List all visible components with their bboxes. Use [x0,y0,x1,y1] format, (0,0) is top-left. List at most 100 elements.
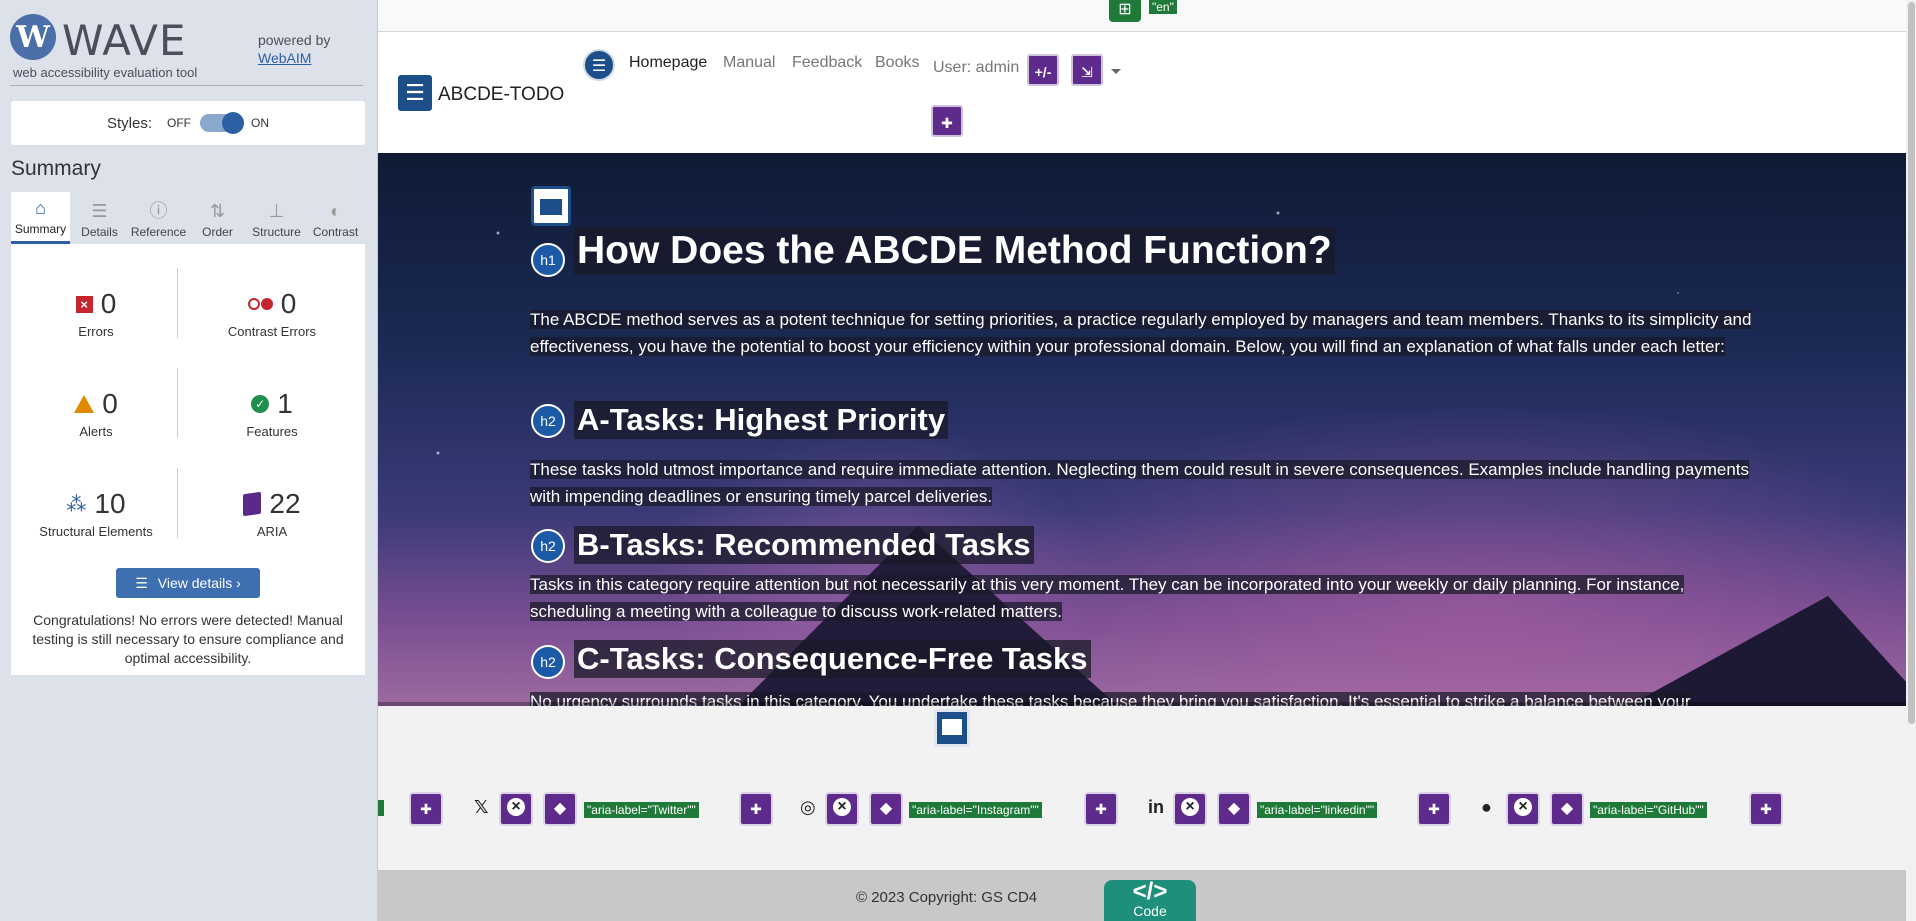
structure-icon: ⊥ [268,201,285,221]
powered-by: powered by WebAIM [258,31,330,67]
wave-error-x-icon [825,792,859,826]
features-label: Features [246,424,298,439]
tab-contrast[interactable]: ◐ Contrast [306,192,365,244]
stat-alerts[interactable]: 0 Alerts [11,388,181,439]
b-text: Tasks in this category require attention… [530,575,1685,621]
tab-label: Summary [14,222,67,236]
wave-sidebar: W WAVE web accessibility evaluation tool… [0,0,378,921]
tab-details[interactable]: ☰ Details [70,192,129,244]
chevron-down-icon[interactable] [1111,69,1121,74]
wave-aria-icon: ✚ [739,792,773,826]
footer: © 2023 Copyright: GS CD4 </> Code [378,870,1916,921]
contrast-icon: ◐ [330,201,341,221]
brand-link[interactable]: ABCDE-TODO [438,84,564,106]
wave-error-x-icon [499,792,533,826]
structural-label: Structural Elements [39,524,153,539]
brand-icon: ☰ [398,75,432,111]
code-icon: </> [1132,878,1168,905]
tab-label: Reference [130,225,187,239]
styles-label: Styles: [106,114,152,132]
tab-summary[interactable]: ⌂ Summary [11,192,70,244]
styles-toggle[interactable] [200,112,244,134]
h1-badge-icon: h1 [531,243,565,277]
intro-paragraph: The ABCDE method serves as a potent tech… [530,306,1770,360]
section-icon [934,709,970,747]
aria-count: 22 [269,488,301,519]
powered-by-text: powered by [258,32,331,48]
view-details-button[interactable]: ☰ View details › [116,568,260,598]
h2-heading-a: A-Tasks: Highest Priority [574,401,949,439]
logout-button[interactable]: ⇲ [1071,54,1103,86]
home-icon: ⌂ [35,198,46,218]
tab-order[interactable]: ⇅ Order [188,192,247,244]
wave-aria-icon: ✚ [1417,792,1451,826]
aria-icon [243,491,262,517]
list-icon: ☰ [91,201,108,221]
features-count: 1 [277,388,293,419]
page-scrollbar[interactable] [1906,0,1916,921]
errors-count: 0 [100,288,117,319]
wave-aria-icon: ✚ [409,792,443,826]
h1-heading: How Does the ABCDE Method Function? [574,227,1335,275]
congrats-message: Congratulations! No errors were detected… [32,612,344,666]
nav-homepage[interactable]: Homepage [629,54,707,72]
order-icon: ⇅ [209,201,226,221]
twitter-icon[interactable]: 𝕏 [474,797,489,818]
aria-label-tag [378,800,384,816]
tab-label: Details [81,225,118,239]
info-icon: ⓘ [149,201,168,221]
stat-structural[interactable]: ⁂ 10 Structural Elements [11,488,181,539]
github-icon[interactable]: ● [1481,797,1492,818]
b-paragraph: Tasks in this category require attention… [530,571,1770,625]
wave-aria-icon: ✚ [1749,792,1783,826]
font-size-button[interactable]: +/- [1027,54,1059,86]
a-text: These tasks hold utmost importance and r… [530,460,1750,506]
aria-label-linkedin: "aria-label="linkedin"" [1257,802,1378,818]
code-label: Code [1133,903,1167,919]
alerts-label: Alerts [79,424,113,439]
article-icon [531,186,571,226]
summary-panel: × 0 Errors 0 Contrast Errors 0 Alerts ✓ 1 … [11,244,365,675]
wave-tabs: ⌂ Summary ☰ Details ⓘ Reference ⇅ Order … [11,192,365,244]
structure-icon: ⁂ [66,493,87,516]
styles-off-label: OFF [167,116,191,130]
scrollbar-thumb[interactable] [1908,2,1915,724]
instagram-icon[interactable]: ◎ [800,797,816,818]
stat-aria[interactable]: 22 ARIA [187,488,357,539]
wave-header: W WAVE web accessibility evaluation tool… [0,0,377,86]
code-button[interactable]: </> Code [1104,880,1196,921]
aria-label-github: "aria-label="GitHub"" [1590,802,1707,818]
nav-manual[interactable]: Manual [723,54,775,72]
stat-errors[interactable]: × 0 Errors [11,288,181,339]
wave-logo-icon: W [10,14,56,60]
top-strip: ⊞ "en" [378,0,1916,32]
webaim-link[interactable]: WebAIM [258,49,330,67]
aria-label: ARIA [256,524,288,539]
intro-text: The ABCDE method serves as a potent tech… [530,310,1752,356]
wave-aria-icon: ✚ [1084,792,1118,826]
contrast-errors-count: 0 [280,288,297,319]
tab-reference[interactable]: ⓘ Reference [129,192,188,244]
tab-structure[interactable]: ⊥ Structure [247,192,306,244]
wave-tag-icon: ◆ [1217,792,1251,826]
navbar: ☰ ABCDE-TODO ☰ Homepage Manual Feedback … [378,32,1916,153]
social-links: ✚ 𝕏 ◆ "aria-label="Twitter"" ✚ ◎ ◆ "aria… [378,790,1906,830]
stat-features[interactable]: ✓ 1 Features [187,388,357,439]
linkedin-icon[interactable]: in [1148,797,1164,818]
wave-title: WAVE [62,16,187,65]
contrast-error-icon [247,298,273,310]
stat-contrast-errors[interactable]: 0 Contrast Errors [187,288,357,339]
tab-label: Order [202,225,233,239]
summary-heading: Summary [11,157,101,180]
list-icon: ☰ [135,574,148,591]
wave-tag-icon: ◆ [543,792,577,826]
hero-section: h1 How Does the ABCDE Method Function? T… [378,153,1916,706]
styles-on-label: ON [251,116,269,130]
h2-heading-c: C-Tasks: Consequence-Free Tasks [574,640,1091,678]
nav-feedback[interactable]: Feedback [792,54,862,72]
wave-tagline: web accessibility evaluation tool [13,65,198,80]
alert-icon [74,395,95,413]
wave-tag-icon: ◆ [869,792,903,826]
wave-tag-icon: ◆ [1550,792,1584,826]
nav-books[interactable]: Books [875,54,919,72]
